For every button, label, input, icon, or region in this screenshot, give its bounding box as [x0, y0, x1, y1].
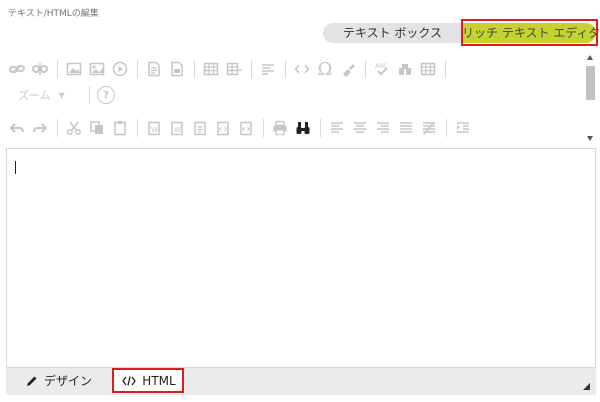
binoculars-icon[interactable] [292, 117, 314, 139]
table-properties-icon[interactable] [417, 58, 439, 80]
print-icon[interactable] [269, 117, 291, 139]
link-icon[interactable] [6, 58, 28, 80]
scroll-up-arrow-icon[interactable] [587, 55, 593, 60]
image-manager-icon[interactable] [86, 58, 108, 80]
table-wizard-icon[interactable] [223, 58, 245, 80]
toolbar-separator [320, 119, 321, 137]
paste-icon[interactable] [109, 117, 131, 139]
editor-mode-tabs: デザイン HTML [6, 368, 596, 395]
toolbar-separator [57, 60, 58, 78]
paste-plain-text-icon[interactable] [189, 117, 211, 139]
section-title: テキスト/HTMLの編集 [8, 9, 99, 19]
image-icon[interactable] [63, 58, 85, 80]
zoom-label: ズーム [18, 89, 51, 102]
align-right-icon[interactable] [372, 117, 394, 139]
document-icon[interactable] [143, 58, 165, 80]
svg-text:W: W [174, 126, 181, 134]
format-stripper-icon[interactable] [337, 58, 359, 80]
tab-html-label: HTML [142, 373, 176, 388]
tab-design-label: デザイン [44, 374, 93, 388]
paste-as-html-icon[interactable] [212, 117, 234, 139]
spell-check-icon[interactable]: ABC [371, 58, 393, 80]
editor-mode-toggle: テキスト ボックス リッチ テキスト エディタ [323, 23, 600, 43]
toolbar-separator [57, 119, 58, 137]
textbox-mode-button[interactable]: テキスト ボックス [323, 23, 462, 43]
find-replace-icon[interactable] [394, 58, 416, 80]
align-left-icon[interactable] [326, 117, 348, 139]
paste-from-word-strip-icon[interactable]: W [166, 117, 188, 139]
indent-icon[interactable] [452, 117, 474, 139]
unlink-icon[interactable] [29, 58, 51, 80]
align-center-icon[interactable] [349, 117, 371, 139]
scroll-down-arrow-icon[interactable] [587, 136, 593, 141]
table-icon[interactable] [200, 58, 222, 80]
toolbar-separator [263, 119, 264, 137]
template-icon[interactable] [166, 58, 188, 80]
media-icon[interactable] [109, 58, 131, 80]
toolbar-row-2: ズーム ▼ ? [6, 83, 118, 107]
tab-html[interactable]: HTML [114, 368, 184, 393]
paste-html-icon[interactable] [235, 117, 257, 139]
svg-text:W: W [151, 126, 158, 134]
toolbar-separator [365, 60, 366, 78]
toolbar-row-3: W W [6, 116, 475, 140]
scrollbar-thumb[interactable] [586, 66, 595, 100]
code-icon [122, 375, 137, 387]
copy-icon[interactable] [86, 117, 108, 139]
toolbar-separator [137, 119, 138, 137]
cut-icon[interactable] [63, 117, 85, 139]
pencil-icon [26, 375, 38, 387]
zoom-dropdown[interactable]: ズーム ▼ [6, 84, 84, 106]
editor-content-area[interactable] [6, 148, 596, 368]
editor-toolbar: Ω ABC ズーム ▼ ? W W [6, 52, 596, 148]
toolbar-separator [446, 119, 447, 137]
omega-symbol-icon[interactable]: Ω [314, 58, 336, 80]
paragraph-format-icon[interactable] [257, 58, 279, 80]
rich-text-mode-button[interactable]: リッチ テキスト エディタ [462, 23, 600, 43]
toolbar-separator [137, 60, 138, 78]
help-button[interactable]: ? [95, 84, 117, 106]
resize-handle-icon[interactable] [583, 383, 590, 390]
text-cursor [15, 161, 16, 174]
toolbar-row-1: Ω ABC [6, 57, 451, 81]
toolbar-scrollbar[interactable] [585, 52, 596, 144]
paste-from-word-icon[interactable]: W [143, 117, 165, 139]
code-snippet-icon[interactable] [291, 58, 313, 80]
toolbar-separator [194, 60, 195, 78]
rich-text-editor-panel: テキスト/HTMLの編集 テキスト ボックス リッチ テキスト エディタ Ω A… [0, 0, 600, 402]
tab-design[interactable]: デザイン [26, 368, 92, 393]
help-icon: ? [97, 86, 115, 104]
remove-alignment-icon[interactable] [418, 117, 440, 139]
toolbar-separator [89, 86, 90, 104]
undo-icon[interactable] [6, 117, 28, 139]
chevron-down-icon: ▼ [58, 90, 65, 100]
toolbar-separator [285, 60, 286, 78]
redo-icon[interactable] [29, 117, 51, 139]
align-justify-icon[interactable] [395, 117, 417, 139]
toolbar-separator [445, 60, 446, 78]
toolbar-separator [251, 60, 252, 78]
